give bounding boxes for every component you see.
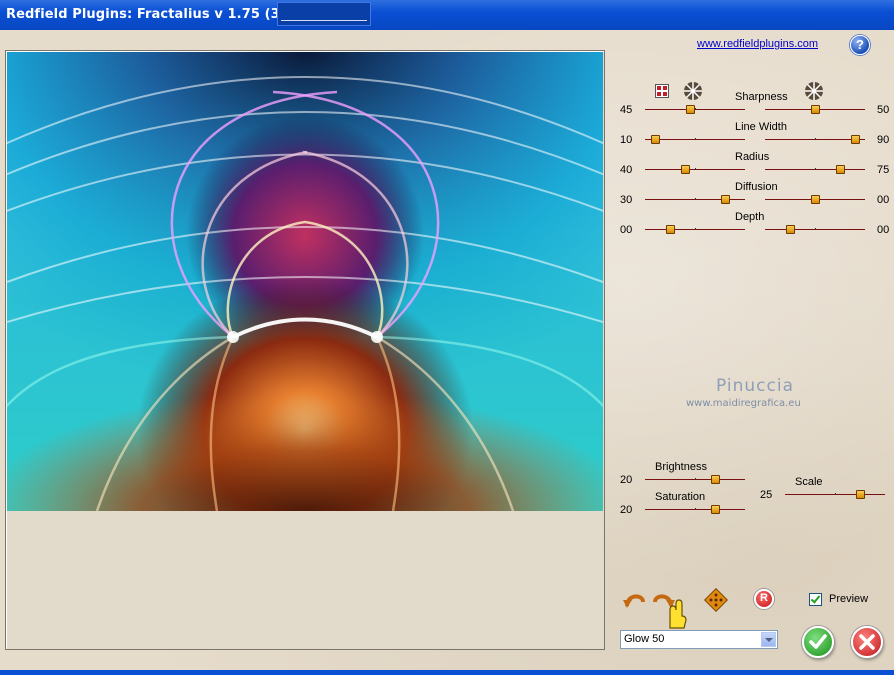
brightness-track[interactable] bbox=[645, 478, 745, 480]
title-bar: Redfield Plugins: Fractalius v 1.75 (32-… bbox=[0, 0, 894, 30]
slider-label: Sharpness bbox=[735, 91, 788, 103]
slider-left-thumb[interactable] bbox=[651, 135, 660, 144]
watermark-url: www.maidiregrafica.eu bbox=[686, 398, 801, 409]
slider-left-thumb[interactable] bbox=[666, 225, 675, 234]
slider-right-thumb[interactable] bbox=[836, 165, 845, 174]
slider-right-value: 00 bbox=[877, 194, 890, 206]
slider-left-track[interactable] bbox=[645, 108, 745, 110]
slider-right-value: 50 bbox=[877, 104, 890, 116]
help-icon[interactable]: ? bbox=[850, 35, 870, 55]
preview-checkbox[interactable] bbox=[809, 593, 822, 606]
saturation-value: 20 bbox=[620, 504, 633, 516]
slider-right-track[interactable] bbox=[765, 138, 865, 140]
watermark-name: Pinuccia bbox=[716, 376, 794, 396]
preview-label: Preview bbox=[829, 593, 869, 605]
slider-right-thumb[interactable] bbox=[786, 225, 795, 234]
slider-right-value: 75 bbox=[877, 164, 890, 176]
slider-left-track[interactable] bbox=[645, 228, 745, 230]
website-link[interactable]: www.redfieldplugins.com bbox=[697, 38, 818, 50]
reset-icon[interactable]: R bbox=[754, 589, 774, 609]
slider-left-value: 10 bbox=[620, 134, 633, 146]
slider-left-thumb[interactable] bbox=[681, 165, 690, 174]
slider-left-value: 45 bbox=[620, 104, 633, 116]
slider-right-track[interactable] bbox=[765, 168, 865, 170]
title-bar-field bbox=[277, 2, 371, 26]
sparkle-right-icon[interactable] bbox=[803, 80, 825, 102]
slider-left-track[interactable] bbox=[645, 198, 745, 200]
slider-right-value: 90 bbox=[877, 134, 890, 146]
brightness-label: Brightness bbox=[655, 461, 707, 473]
slider-label: Line Width bbox=[735, 121, 787, 133]
slider-right-thumb[interactable] bbox=[811, 105, 820, 114]
preset-select[interactable]: Glow 50 bbox=[620, 630, 778, 649]
checkmark-icon bbox=[809, 634, 827, 649]
slider-right-value: 00 bbox=[877, 224, 890, 236]
slider-left-track[interactable] bbox=[645, 138, 745, 140]
slider-right-track[interactable] bbox=[765, 228, 865, 230]
slider-left-value: 30 bbox=[620, 194, 633, 206]
window-title: Redfield Plugins: Fractalius v 1.75 (32-… bbox=[6, 7, 321, 22]
slider-label: Diffusion bbox=[735, 181, 778, 193]
sparkle-left-icon[interactable] bbox=[682, 80, 704, 102]
brightness-value: 20 bbox=[620, 474, 633, 486]
slider-left-value: 00 bbox=[620, 224, 633, 236]
slider-right-thumb[interactable] bbox=[851, 135, 860, 144]
slider-right-thumb[interactable] bbox=[811, 195, 820, 204]
cancel-button[interactable] bbox=[851, 626, 883, 658]
slider-label: Radius bbox=[735, 151, 770, 163]
preview-panel bbox=[5, 50, 605, 650]
preview-image[interactable] bbox=[7, 52, 603, 511]
chevron-down-icon[interactable] bbox=[761, 632, 776, 647]
slider-label: Depth bbox=[735, 211, 765, 223]
slider-left-thumb[interactable] bbox=[721, 195, 730, 204]
reset-icon-glyph: R bbox=[760, 592, 768, 604]
slider-left-value: 40 bbox=[620, 164, 633, 176]
saturation-track[interactable] bbox=[645, 508, 745, 510]
saturation-thumb[interactable] bbox=[711, 505, 720, 514]
ok-button[interactable] bbox=[802, 626, 834, 658]
dice-icon[interactable] bbox=[703, 587, 729, 613]
slider-left-track[interactable] bbox=[645, 168, 745, 170]
scale-track[interactable] bbox=[785, 493, 885, 495]
scale-value: 25 bbox=[760, 489, 773, 501]
close-icon bbox=[859, 634, 875, 650]
window-bottom-border bbox=[0, 670, 894, 675]
scale-label: Scale bbox=[795, 476, 823, 488]
saturation-label: Saturation bbox=[655, 491, 706, 503]
undo-icon[interactable] bbox=[622, 588, 648, 610]
pointer-hand-icon bbox=[664, 596, 688, 630]
preset-value: Glow 50 bbox=[624, 633, 665, 645]
slider-left-thumb[interactable] bbox=[686, 105, 695, 114]
scale-thumb[interactable] bbox=[856, 490, 865, 499]
random-grid-icon[interactable] bbox=[655, 84, 669, 98]
brightness-thumb[interactable] bbox=[711, 475, 720, 484]
